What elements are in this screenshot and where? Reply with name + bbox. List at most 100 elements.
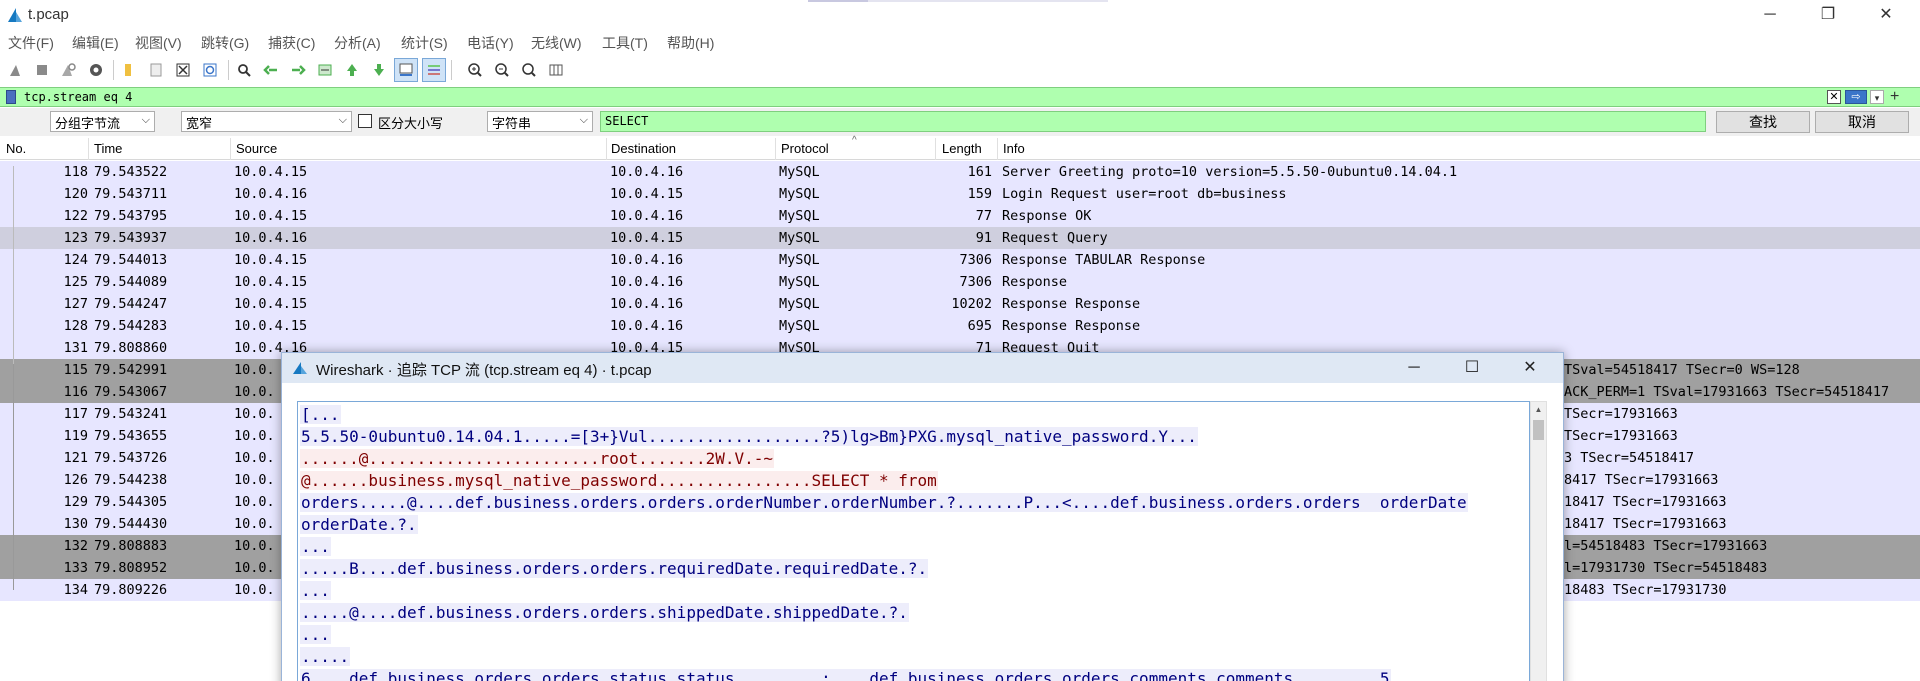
minimize-button[interactable]: ─ xyxy=(1747,3,1793,27)
display-filter-bar[interactable]: tcp.stream eq 4 ✕ ⇨ ▾ + xyxy=(0,87,1920,107)
stream-line-text: ... xyxy=(300,537,331,556)
search-scope-value: 分组字节流 xyxy=(55,116,121,131)
menu-wireless[interactable]: 无线(W) xyxy=(531,33,582,53)
packet-row[interactable]: 120 79.543711 10.0.4.16 10.0.4.15 MySQL 159 Lo… xyxy=(0,183,1920,205)
server-stream-line: orders.....@....def.business.orders.orde… xyxy=(300,492,1468,514)
packet-time: 79.808860 xyxy=(94,340,168,356)
menu-capture[interactable]: 捕获(C) xyxy=(268,33,315,53)
packet-source: 10.0. xyxy=(234,428,275,444)
stop-icon[interactable] xyxy=(30,58,54,82)
packet-time: 79.543937 xyxy=(94,230,168,246)
case-sensitive-checkbox[interactable] xyxy=(358,114,372,128)
go-to-packet-icon[interactable] xyxy=(313,58,337,82)
shark-fin-start-icon[interactable] xyxy=(4,58,28,82)
clear-filter-button[interactable]: ✕ xyxy=(1827,90,1841,104)
server-stream-line: orderDate.?. xyxy=(300,514,418,536)
add-filter-button[interactable]: + xyxy=(1890,88,1899,106)
normal-size-icon[interactable] xyxy=(517,58,541,82)
column-separator[interactable] xyxy=(935,138,936,160)
packet-source: 10.0.4.15 xyxy=(234,296,308,312)
packet-info: 3 TSecr=54518417 xyxy=(1564,450,1695,466)
packet-row[interactable]: 125 79.544089 10.0.4.15 10.0.4.16 MySQL 7306 R… xyxy=(0,271,1920,293)
first-packet-icon[interactable] xyxy=(340,58,364,82)
dialog-maximize-button[interactable]: ☐ xyxy=(1449,356,1495,380)
stream-line-text: orderDate.?. xyxy=(300,515,418,534)
menu-view[interactable]: 视图(V) xyxy=(135,33,182,53)
packet-source: 10.0. xyxy=(234,560,275,576)
column-separator[interactable] xyxy=(775,138,776,160)
menu-go[interactable]: 跳转(G) xyxy=(201,33,249,53)
go-forward-icon[interactable] xyxy=(286,58,310,82)
go-back-icon[interactable] xyxy=(259,58,283,82)
column-separator[interactable] xyxy=(88,138,89,160)
packet-row[interactable]: 118 79.543522 10.0.4.15 10.0.4.16 MySQL 161 Se… xyxy=(0,161,1920,183)
packet-source: 10.0. xyxy=(234,450,275,466)
packet-time: 79.808952 xyxy=(94,560,168,576)
packet-source: 10.0. xyxy=(234,406,275,422)
column-header-destination[interactable]: Destination xyxy=(611,141,676,156)
menu-edit[interactable]: 编辑(E) xyxy=(72,33,119,53)
dialog-close-button[interactable]: ✕ xyxy=(1507,356,1553,380)
column-separator[interactable] xyxy=(997,138,998,160)
resize-columns-icon[interactable] xyxy=(544,58,568,82)
search-scope-select[interactable]: 分组字节流 ⌵ xyxy=(50,111,155,132)
stream-content-text[interactable]: [... 5.5.50-0ubuntu0.14.04.1.....=[3+}Vul… xyxy=(297,401,1530,681)
scrollbar-thumb[interactable] xyxy=(1533,420,1544,440)
column-separator[interactable] xyxy=(230,138,231,160)
packet-source: 10.0. xyxy=(234,384,275,400)
filter-history-dropdown[interactable]: ▾ xyxy=(1870,90,1884,104)
reload-icon[interactable] xyxy=(198,58,222,82)
search-type-select[interactable]: 字符串 ⌵ xyxy=(487,111,593,132)
apply-filter-button[interactable]: ⇨ xyxy=(1845,90,1867,104)
column-header-no[interactable]: No. xyxy=(6,141,26,156)
packet-time: 79.544089 xyxy=(94,274,168,290)
colorize-icon[interactable] xyxy=(422,58,446,82)
server-stream-line: 6....def.business.orders.orders.status.s… xyxy=(300,668,1391,681)
packet-row[interactable]: 122 79.543795 10.0.4.15 10.0.4.16 MySQL 77 Res… xyxy=(0,205,1920,227)
packet-source: 10.0. xyxy=(234,538,275,554)
autoscroll-icon[interactable] xyxy=(394,58,418,82)
column-header-source[interactable]: Source xyxy=(236,141,277,156)
packet-row[interactable]: 124 79.544013 10.0.4.15 10.0.4.16 MySQL 7306 R… xyxy=(0,249,1920,271)
close-button[interactable]: ✕ xyxy=(1863,3,1909,27)
file-icon[interactable] xyxy=(144,58,168,82)
close-file-icon[interactable] xyxy=(171,58,195,82)
stream-line-text: 6....def.business.orders.orders.status.s… xyxy=(300,669,1391,681)
zoom-out-icon[interactable] xyxy=(490,58,514,82)
column-header-protocol[interactable]: Protocol xyxy=(781,141,829,156)
menu-help[interactable]: 帮助(H) xyxy=(667,33,714,53)
column-header-info[interactable]: Info xyxy=(1003,141,1025,156)
menu-file[interactable]: 文件(F) xyxy=(8,33,54,53)
packet-destination: 10.0.4.15 xyxy=(610,230,684,246)
packet-row[interactable]: 128 79.544283 10.0.4.15 10.0.4.16 MySQL 695 Re… xyxy=(0,315,1920,337)
menu-telephony[interactable]: 电话(Y) xyxy=(467,33,514,53)
column-separator[interactable] xyxy=(606,138,607,160)
find-text-input[interactable]: SELECT xyxy=(600,111,1706,132)
menu-statistics[interactable]: 统计(S) xyxy=(401,33,448,53)
menu-tools[interactable]: 工具(T) xyxy=(602,33,648,53)
wireshark-logo-icon xyxy=(293,362,307,374)
maximize-button[interactable]: ❐ xyxy=(1805,3,1851,27)
packet-row[interactable]: 123 79.543937 10.0.4.16 10.0.4.15 MySQL 91 Req… xyxy=(0,227,1920,249)
last-packet-icon[interactable] xyxy=(367,58,391,82)
zoom-in-icon[interactable] xyxy=(463,58,487,82)
column-header-time[interactable]: Time xyxy=(94,141,122,156)
find-icon[interactable] xyxy=(232,58,256,82)
packet-row[interactable]: 127 79.544247 10.0.4.15 10.0.4.16 MySQL 10202… xyxy=(0,293,1920,315)
menu-analyze[interactable]: 分析(A) xyxy=(334,33,381,53)
stream-line-text: orders.....@....def.business.orders.orde… xyxy=(300,493,1468,512)
stream-scrollbar[interactable]: ▲ xyxy=(1530,401,1547,681)
packet-source: 10.0. xyxy=(234,516,275,532)
options-gear-icon[interactable] xyxy=(84,58,108,82)
cancel-button[interactable]: 取消 xyxy=(1815,111,1909,133)
char-width-select[interactable]: 宽窄 ⌵ xyxy=(181,111,352,132)
open-folder-icon[interactable] xyxy=(117,58,141,82)
column-header-length[interactable]: Length xyxy=(942,141,982,156)
display-filter-input[interactable]: tcp.stream eq 4 xyxy=(24,90,132,104)
scroll-up-arrow-icon[interactable]: ▲ xyxy=(1531,402,1546,418)
packet-info: 18483 TSecr=17931730 xyxy=(1564,582,1727,598)
bookmark-icon[interactable] xyxy=(6,90,16,104)
restart-icon[interactable] xyxy=(56,58,80,82)
find-button[interactable]: 查找 xyxy=(1716,111,1810,133)
dialog-minimize-button[interactable]: ─ xyxy=(1391,356,1437,380)
